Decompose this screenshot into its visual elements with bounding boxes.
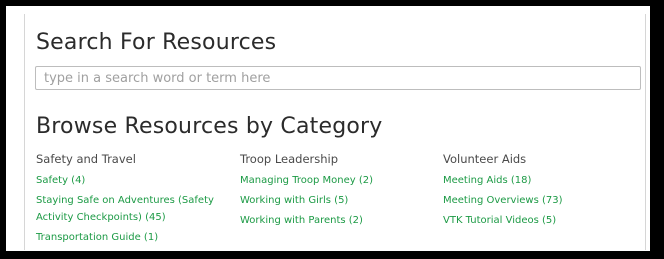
category-title: Volunteer Aids [443,152,527,166]
link-safety[interactable]: Safety (4) [36,175,85,186]
list-item: Working with Girls (5) [240,191,436,208]
list-item: Safety (4) [36,171,232,188]
link-meeting-overviews[interactable]: Meeting Overviews (73) [443,195,563,206]
link-working-with-parents[interactable]: Working with Parents (2) [240,215,363,226]
list-item: Meeting Aids (18) [443,171,639,188]
search-heading: Search For Resources [36,30,277,55]
category-volunteer-aids: Volunteer Aids Meeting Aids (18) Meeting… [443,152,639,231]
list-item: Managing Troop Money (2) [240,171,436,188]
link-managing-troop-money[interactable]: Managing Troop Money (2) [240,175,373,186]
list-item: Staying Safe on Adventures (Safety Activ… [36,191,232,225]
category-link-list: Managing Troop Money (2) Working with Gi… [240,171,436,228]
category-link-list: Safety (4) Staying Safe on Adventures (S… [36,171,232,245]
link-transportation-guide[interactable]: Transportation Guide (1) [36,232,158,243]
list-item: Meeting Overviews (73) [443,191,639,208]
category-troop-leadership: Troop Leadership Managing Troop Money (2… [240,152,436,231]
list-item: VTK Tutorial Videos (5) [443,211,639,228]
category-safety-and-travel: Safety and Travel Safety (4) Staying Saf… [36,152,232,248]
link-meeting-aids[interactable]: Meeting Aids (18) [443,175,531,186]
link-staying-safe-on-adventures[interactable]: Staying Safe on Adventures (Safety Activ… [36,195,214,223]
category-link-list: Meeting Aids (18) Meeting Overviews (73)… [443,171,639,228]
list-item: Transportation Guide (1) [36,228,232,245]
screenshot-frame: Search For Resources Browse Resources by… [0,0,664,259]
list-item: Working with Parents (2) [240,211,436,228]
browse-heading: Browse Resources by Category [36,114,383,139]
link-vtk-tutorial-videos[interactable]: VTK Tutorial Videos (5) [443,215,556,226]
search-input[interactable] [35,66,641,90]
category-title: Troop Leadership [240,152,339,166]
category-title: Safety and Travel [36,152,136,166]
link-working-with-girls[interactable]: Working with Girls (5) [240,195,348,206]
